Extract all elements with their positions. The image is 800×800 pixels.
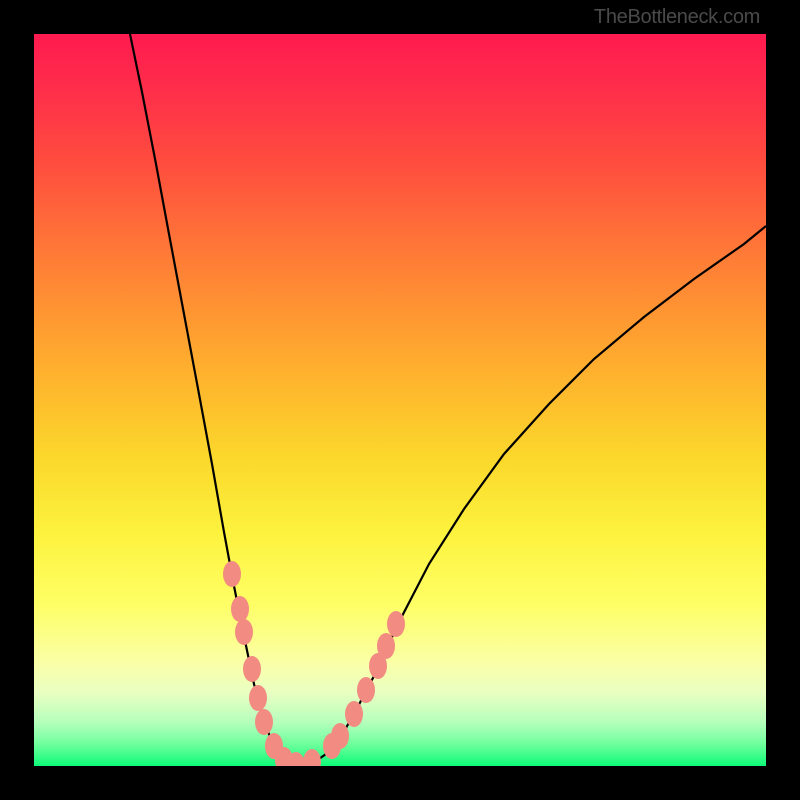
plot-area [34, 34, 766, 766]
gradient-background [34, 34, 766, 766]
chart-container: TheBottleneck.com [0, 0, 800, 800]
watermark-text: TheBottleneck.com [594, 6, 760, 29]
